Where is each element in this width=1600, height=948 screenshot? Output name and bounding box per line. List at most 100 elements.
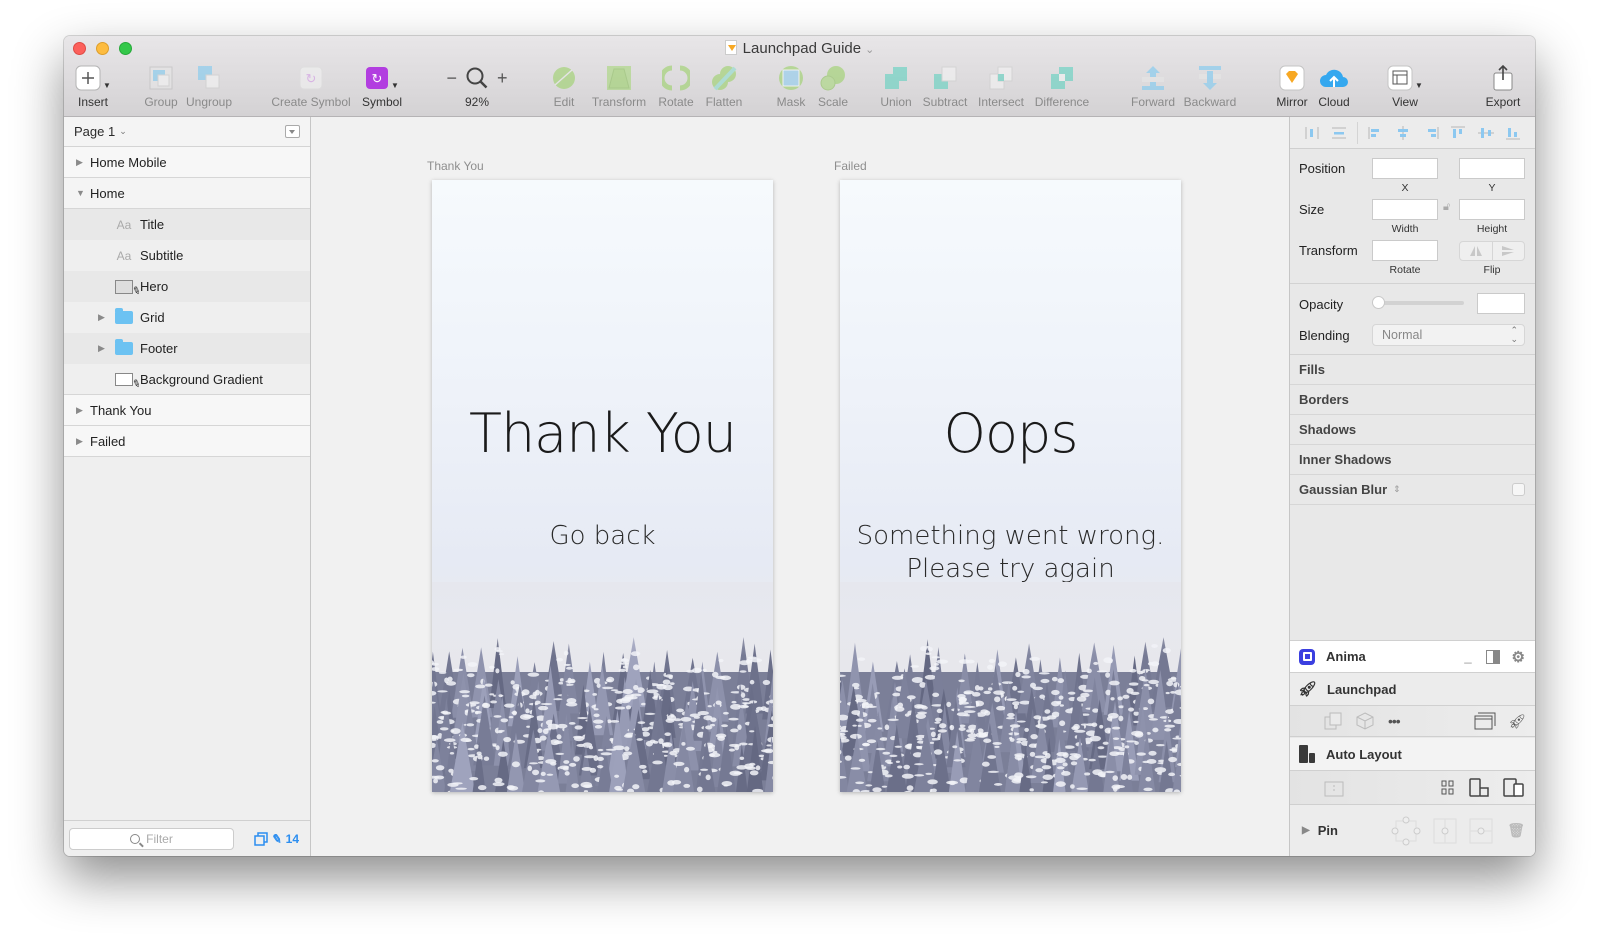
collapse-pages-button[interactable] bbox=[285, 125, 300, 138]
layer-background-gradient[interactable]: ✎ Background Gradient bbox=[64, 364, 310, 395]
grid-layout-icon[interactable] bbox=[1441, 780, 1455, 796]
inner-shadows-section[interactable]: Inner Shadows bbox=[1290, 445, 1535, 475]
transform-button[interactable]: Transform bbox=[588, 64, 650, 109]
zoom-out-button[interactable]: − bbox=[446, 68, 457, 89]
disclosure-right-icon[interactable]: ▶ bbox=[76, 436, 90, 447]
blur-type-arrows-icon[interactable]: ⇕ bbox=[1393, 484, 1401, 495]
distribute-horizontal-icon[interactable] bbox=[1298, 123, 1326, 143]
subtract-button[interactable]: Subtract bbox=[920, 64, 970, 109]
align-right-icon[interactable] bbox=[1417, 123, 1445, 143]
device-resize-icon[interactable] bbox=[1469, 777, 1491, 798]
pin-section[interactable]: ▶ Pin 🗑︎ bbox=[1290, 805, 1535, 856]
rotate-input[interactable] bbox=[1372, 240, 1438, 261]
symbols-filter-icon[interactable] bbox=[253, 831, 268, 846]
rocket-icon: 🚀︎ bbox=[1298, 681, 1318, 698]
symbol-button[interactable]: ↻ ▼ Symbol bbox=[360, 64, 404, 109]
backward-button[interactable]: Backward bbox=[1182, 64, 1238, 109]
group-button[interactable]: Group bbox=[142, 64, 180, 109]
layer-thank-you[interactable]: ▶ Thank You bbox=[64, 395, 310, 426]
pin-center-horizontal-icon[interactable] bbox=[1433, 818, 1457, 844]
rotate-button[interactable]: Rotate bbox=[656, 64, 696, 109]
align-top-icon[interactable] bbox=[1445, 123, 1473, 143]
layer-failed[interactable]: ▶ Failed bbox=[64, 426, 310, 457]
panel-toggle-icon[interactable] bbox=[1485, 649, 1500, 664]
layer-title[interactable]: Aa Title bbox=[64, 209, 310, 240]
view-button[interactable]: ▼ View bbox=[1384, 64, 1426, 109]
artboard-thank-you[interactable]: Thank You Go back bbox=[432, 180, 773, 792]
scale-button[interactable]: Scale bbox=[816, 64, 850, 109]
flatten-button[interactable]: Flatten bbox=[701, 64, 747, 109]
disclosure-right-icon[interactable]: ▶ bbox=[76, 157, 90, 168]
insert-button[interactable]: ▼ Insert bbox=[73, 64, 113, 109]
artboard-failed[interactable]: Oops Something went wrong. Please try ag… bbox=[840, 180, 1181, 792]
edited-layers-icon[interactable]: ✎ bbox=[270, 831, 282, 847]
flip-horizontal-button[interactable] bbox=[1460, 242, 1493, 260]
mirror-button[interactable]: Mirror bbox=[1274, 64, 1310, 109]
opacity-input[interactable] bbox=[1477, 293, 1525, 314]
cloud-button[interactable]: Cloud bbox=[1314, 64, 1354, 109]
union-button[interactable]: Union bbox=[878, 64, 914, 109]
layer-subtitle[interactable]: Aa Subtitle bbox=[64, 240, 310, 271]
distribute-vertical-icon[interactable] bbox=[1326, 123, 1354, 143]
disclosure-down-icon[interactable]: ▼ bbox=[76, 188, 90, 198]
align-center-horizontal-icon[interactable] bbox=[1389, 123, 1417, 143]
stack-folder-icon[interactable] bbox=[1324, 779, 1344, 797]
layer-footer[interactable]: ▶ Footer bbox=[64, 333, 310, 364]
canvas[interactable]: Thank You Thank You Go back Failed Oops … bbox=[311, 117, 1289, 856]
gaussian-blur-section[interactable]: Gaussian Blur ⇕ bbox=[1290, 475, 1535, 505]
difference-button[interactable]: Difference bbox=[1032, 64, 1092, 109]
plus-icon bbox=[75, 65, 101, 91]
position-y-input[interactable] bbox=[1459, 158, 1525, 179]
pin-all-edges-icon[interactable] bbox=[1391, 816, 1421, 846]
layer-hero[interactable]: ✎ Hero bbox=[64, 271, 310, 302]
ungroup-button[interactable]: Ungroup bbox=[184, 64, 234, 109]
disclosure-right-icon[interactable]: ▶ bbox=[98, 312, 112, 323]
shadows-section[interactable]: Shadows bbox=[1290, 415, 1535, 445]
export-button[interactable]: Export bbox=[1481, 64, 1525, 109]
device-preview-icon[interactable] bbox=[1503, 777, 1525, 798]
position-x-input[interactable] bbox=[1372, 158, 1438, 179]
zoom-in-button[interactable]: + bbox=[497, 68, 508, 89]
disclosure-right-icon[interactable]: ▶ bbox=[98, 343, 112, 354]
more-options-icon[interactable]: ••• bbox=[1388, 713, 1401, 729]
sketch-window: Launchpad Guide ⌄ ▼ Insert Group Ungroup … bbox=[64, 36, 1535, 856]
fills-section[interactable]: Fills bbox=[1290, 355, 1535, 385]
publish-rocket-icon[interactable]: 🚀︎ bbox=[1508, 713, 1526, 730]
document-title[interactable]: Launchpad Guide ⌄ bbox=[64, 40, 1535, 57]
align-left-icon[interactable] bbox=[1362, 123, 1390, 143]
browser-preview-icon[interactable] bbox=[1474, 712, 1496, 730]
layer-home-mobile[interactable]: ▶ Home Mobile bbox=[64, 147, 310, 178]
cube-icon[interactable] bbox=[1356, 712, 1374, 730]
settings-gear-icon[interactable]: ⚙ bbox=[1512, 648, 1525, 666]
artboard-label-thank-you[interactable]: Thank You bbox=[427, 159, 484, 173]
gaussian-blur-checkbox[interactable] bbox=[1512, 483, 1525, 496]
disclosure-right-icon[interactable]: ▶ bbox=[76, 405, 90, 416]
disclosure-right-icon[interactable]: ▶ bbox=[1302, 825, 1310, 836]
blending-select[interactable]: Normal ⌃ ⌄ bbox=[1372, 324, 1525, 346]
layer-filter-input[interactable]: Filter bbox=[69, 827, 234, 850]
artboard-label-failed[interactable]: Failed bbox=[834, 159, 867, 173]
create-symbol-button[interactable]: ↻ Create Symbol bbox=[269, 64, 353, 109]
align-middle-vertical-icon[interactable] bbox=[1472, 123, 1500, 143]
create-symbol-icon: ↻ bbox=[299, 66, 323, 90]
forward-button[interactable]: Forward bbox=[1130, 64, 1176, 109]
intersect-button[interactable]: Intersect bbox=[976, 64, 1026, 109]
lock-proportions-icon[interactable]: 🔓︎ bbox=[1443, 201, 1450, 214]
page-selector[interactable]: Page 1 ⌄ bbox=[64, 117, 310, 147]
minimize-plugin-icon[interactable]: _ bbox=[1464, 649, 1471, 664]
mask-button[interactable]: Mask bbox=[774, 64, 808, 109]
trash-icon[interactable]: 🗑︎ bbox=[1507, 822, 1525, 839]
opacity-slider-knob[interactable] bbox=[1372, 296, 1385, 309]
flatten-icon bbox=[712, 66, 737, 91]
layer-home[interactable]: ▼ Home bbox=[64, 178, 310, 209]
link-pages-icon[interactable] bbox=[1324, 712, 1342, 730]
height-input[interactable] bbox=[1459, 199, 1525, 220]
align-bottom-icon[interactable] bbox=[1500, 123, 1528, 143]
pin-center-vertical-icon[interactable] bbox=[1469, 818, 1493, 844]
edit-button[interactable]: Edit bbox=[550, 64, 578, 109]
layer-grid[interactable]: ▶ Grid bbox=[64, 302, 310, 333]
borders-section[interactable]: Borders bbox=[1290, 385, 1535, 415]
flip-vertical-button[interactable] bbox=[1493, 242, 1525, 260]
width-input[interactable] bbox=[1372, 199, 1438, 220]
opacity-slider[interactable] bbox=[1372, 296, 1464, 309]
